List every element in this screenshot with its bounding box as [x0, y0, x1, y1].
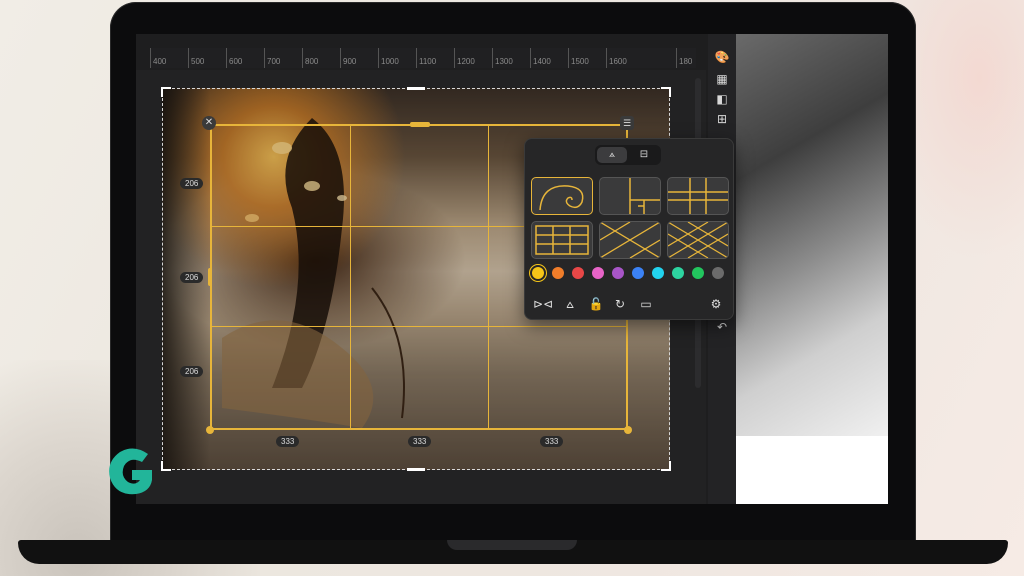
crop-edge-handle-top[interactable]	[407, 87, 425, 90]
rule-of-thirds-icon	[535, 225, 589, 255]
color-swatch-teal[interactable]	[672, 267, 684, 279]
color-swatch-yellow[interactable]	[532, 267, 544, 279]
color-swatch-pink[interactable]	[592, 267, 604, 279]
ruler-tick: 400	[150, 48, 166, 68]
flip-horizontal-icon[interactable]: ⊳⊲	[533, 295, 553, 313]
ruler-label: 500	[191, 57, 205, 66]
ruler-label: 600	[229, 57, 243, 66]
crop-corner-handle[interactable]	[661, 461, 671, 471]
grid-corner-dot[interactable]	[624, 426, 632, 434]
phi-grid-icon	[668, 178, 728, 214]
overlay-tab-switcher: ⟑ ⊟	[595, 145, 661, 165]
col-width-label: 333	[276, 436, 300, 447]
ruler-tick: 1200	[454, 48, 475, 68]
color-swatch-green[interactable]	[692, 267, 704, 279]
golden-spiral-icon	[539, 185, 584, 211]
row-height-label: 206	[180, 178, 204, 189]
diagonal-icon	[600, 222, 660, 258]
color-swatch-red[interactable]	[572, 267, 584, 279]
flip-vertical-icon[interactable]: ⩟	[561, 295, 579, 313]
color-swatch-purple[interactable]	[612, 267, 624, 279]
rule-of-thirds-option[interactable]	[531, 221, 593, 259]
color-swatch-orange[interactable]	[552, 267, 564, 279]
laptop-notch	[447, 540, 577, 550]
crop-edge-handle-bottom[interactable]	[407, 468, 425, 471]
golden-ratio-icon	[629, 178, 660, 214]
brand-logo	[109, 448, 152, 495]
preview-panel	[736, 34, 888, 436]
gradient-icon[interactable]: ◧	[713, 90, 731, 108]
ruler-label: 400	[153, 57, 167, 66]
ruler-tick: 600	[226, 48, 242, 68]
app-screen: 400 500 600 700 800 900 1000 1100 1200 1…	[136, 34, 888, 504]
ruler-label: 800	[305, 57, 319, 66]
palette-icon[interactable]: 🎨	[713, 48, 731, 66]
row-height-label: 206	[180, 366, 204, 377]
golden-spiral-option[interactable]	[531, 177, 593, 215]
triangle-icon	[668, 222, 728, 258]
horizontal-ruler: 400 500 600 700 800 900 1000 1100 1200 1…	[150, 48, 696, 68]
grid-top-handle[interactable]	[410, 122, 430, 127]
triangle-option[interactable]	[667, 221, 729, 259]
undo-icon[interactable]: ↶	[713, 318, 731, 336]
ruler-label: 700	[267, 57, 281, 66]
grid-corner-dot[interactable]	[206, 426, 214, 434]
overlay-popup: ⟑ ⊟ ⊳⊲ ⩟ 🔓 ↻ ▭ ⚙	[524, 138, 734, 320]
display-icon[interactable]: ▭	[637, 295, 655, 313]
ruler-label: 1600	[609, 57, 627, 66]
golden-ratio-option[interactable]	[599, 177, 661, 215]
ruler-tick: 1000	[378, 48, 399, 68]
rotate-icon[interactable]: ↻	[611, 295, 629, 313]
color-swatch-blue[interactable]	[632, 267, 644, 279]
row-height-label: 206	[180, 272, 204, 283]
layout-icon[interactable]: ⊞	[713, 110, 731, 128]
crop-corner-handle[interactable]	[161, 461, 171, 471]
ruler-label: 900	[343, 57, 357, 66]
phi-grid-option[interactable]	[667, 177, 729, 215]
layout-tab-icon[interactable]: ⊟	[629, 147, 659, 163]
grid-icon[interactable]: ▦	[713, 70, 731, 88]
grid-left-handle[interactable]	[208, 268, 212, 286]
ruler-label: 1200	[457, 57, 475, 66]
overlay-icon[interactable]: ⟑	[597, 147, 627, 163]
ruler-tick: 1100	[416, 48, 436, 68]
close-icon[interactable]: ✕	[202, 116, 216, 130]
ruler-tick: 1300	[492, 48, 513, 68]
ruler-tick: 180	[676, 48, 692, 68]
ruler-label: 180	[679, 57, 693, 66]
color-swatch-gray[interactable]	[712, 267, 724, 279]
ruler-label: 1100	[419, 57, 437, 66]
ruler-label: 1000	[381, 57, 399, 66]
grid-line-vertical	[488, 126, 489, 428]
color-swatch-cyan[interactable]	[652, 267, 664, 279]
settings-sliders-icon[interactable]: ⚙	[707, 295, 725, 313]
popup-action-bar: ⊳⊲ ⩟ 🔓 ↻ ▭ ⚙	[525, 289, 733, 319]
ruler-label: 1500	[571, 57, 589, 66]
col-width-label: 333	[408, 436, 432, 447]
ruler-tick: 1600	[606, 48, 627, 68]
lock-icon[interactable]: 🔓	[587, 295, 605, 313]
ruler-tick: 800	[302, 48, 318, 68]
ruler-label: 1400	[533, 57, 551, 66]
grid-line-horizontal	[212, 326, 626, 327]
ruler-tick: 1500	[568, 48, 589, 68]
preview-blank	[736, 436, 888, 504]
col-width-label: 333	[540, 436, 564, 447]
ruler-tick: 900	[340, 48, 356, 68]
ruler-tick: 500	[188, 48, 204, 68]
grid-line-vertical	[350, 126, 351, 428]
crop-corner-handle[interactable]	[161, 87, 171, 97]
grid-menu-icon[interactable]: ☰	[620, 116, 634, 130]
diagonal-option[interactable]	[599, 221, 661, 259]
crop-corner-handle[interactable]	[661, 87, 671, 97]
ruler-tick: 700	[264, 48, 280, 68]
ruler-label: 1300	[495, 57, 513, 66]
ruler-tick: 1400	[530, 48, 551, 68]
